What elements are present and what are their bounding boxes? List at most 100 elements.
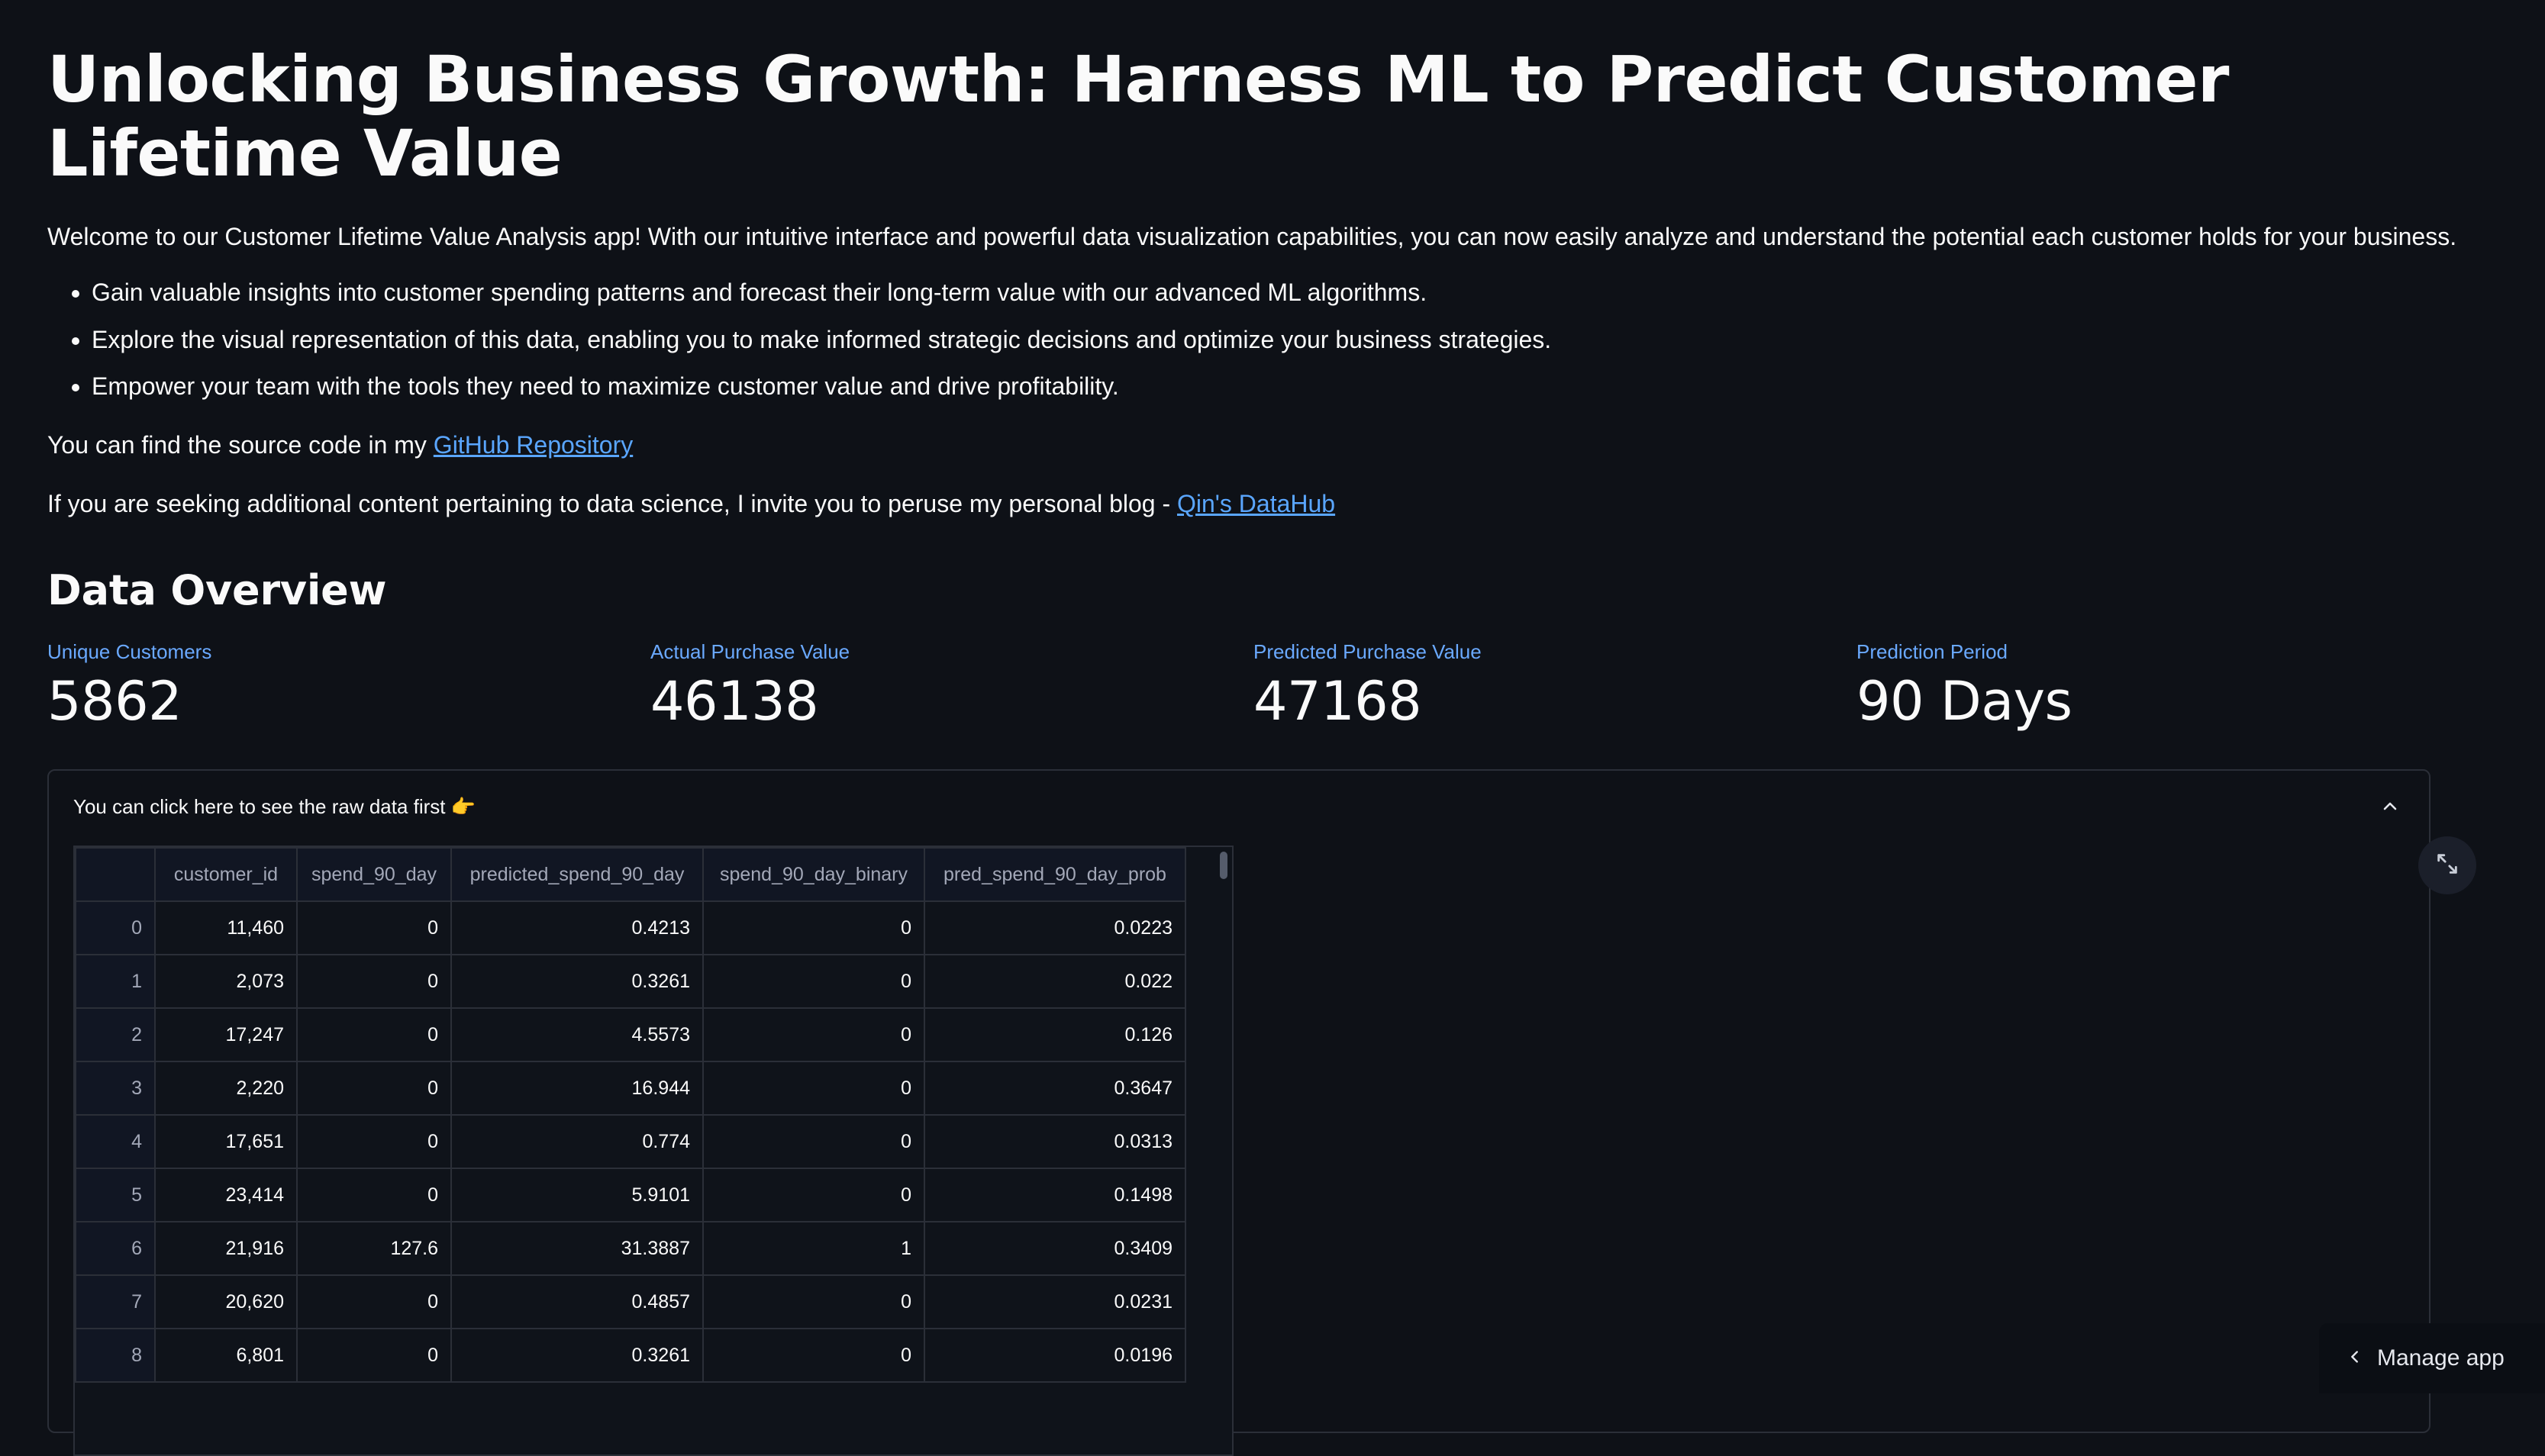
blog-link[interactable]: Qin's DataHub — [1177, 490, 1335, 517]
table-cell[interactable]: 31.3887 — [450, 1221, 704, 1276]
raw-data-table: customer_id spend_90_day predicted_spend… — [75, 847, 1186, 1383]
table-cell[interactable]: 0 — [702, 1061, 925, 1116]
table-cell[interactable]: 0 — [296, 954, 452, 1009]
table-cell[interactable]: 23,414 — [154, 1168, 298, 1222]
table-cell[interactable]: 11,460 — [154, 900, 298, 955]
table-cell[interactable]: 20,620 — [154, 1274, 298, 1329]
table-row[interactable]: 5 23,414 0 5.9101 0 0.1498 — [75, 1168, 1186, 1222]
table-cell[interactable]: 127.6 — [296, 1221, 452, 1276]
source-prefix: You can find the source code in my — [47, 430, 434, 459]
table-cell[interactable]: 21,916 — [154, 1221, 298, 1276]
table-scrollbar[interactable] — [1220, 852, 1227, 879]
row-index: 7 — [75, 1274, 156, 1329]
table-cell[interactable]: 0 — [702, 954, 925, 1009]
metric-value: 46138 — [650, 670, 819, 733]
table-cell[interactable]: 0 — [702, 1114, 925, 1169]
table-cell[interactable]: 17,651 — [154, 1114, 298, 1169]
page-title: Unlocking Business Growth: Harness ML to… — [47, 42, 2229, 191]
row-index: 2 — [75, 1007, 156, 1062]
feature-item: Empower your team with the tools they ne… — [92, 370, 2460, 403]
row-index: 3 — [75, 1061, 156, 1116]
chevron-up-icon[interactable] — [2377, 794, 2403, 820]
row-index: 0 — [75, 900, 156, 955]
main-content: Unlocking Business Growth: Harness ML to… — [47, 43, 2460, 733]
table-cell[interactable]: 0 — [296, 1007, 452, 1062]
metric-label: Predicted Purchase Value — [1253, 640, 1482, 664]
table-cell[interactable]: 2,220 — [154, 1061, 298, 1116]
table-cell[interactable]: 0 — [296, 1274, 452, 1329]
metric-predicted-purchase: Predicted Purchase Value 47168 — [1253, 640, 1856, 733]
table-cell[interactable]: 0 — [296, 1328, 452, 1383]
metric-prediction-period: Prediction Period 90 Days — [1856, 640, 2460, 733]
table-cell[interactable]: 0.4213 — [450, 900, 704, 955]
row-index: 5 — [75, 1168, 156, 1222]
metric-label: Prediction Period — [1856, 640, 2008, 664]
table-cell[interactable]: 0 — [702, 1274, 925, 1329]
table-cell[interactable]: 0 — [296, 1168, 452, 1222]
table-cell[interactable]: 17,247 — [154, 1007, 298, 1062]
column-header[interactable]: pred_spend_90_day_prob — [924, 847, 1186, 902]
expander-header[interactable]: You can click here to see the raw data f… — [49, 771, 2429, 842]
table-cell[interactable]: 0.3261 — [450, 954, 704, 1009]
metric-value: 5862 — [47, 670, 182, 733]
table-cell[interactable]: 0.0196 — [924, 1328, 1186, 1383]
github-link[interactable]: GitHub Repository — [434, 431, 633, 459]
fullscreen-button[interactable] — [2418, 836, 2476, 894]
expand-icon — [2434, 851, 2460, 881]
table-cell[interactable]: 0.0313 — [924, 1114, 1186, 1169]
table-cell[interactable]: 0.0223 — [924, 900, 1186, 955]
intro-text: Welcome to our Customer Lifetime Value A… — [47, 223, 2457, 251]
metric-label: Actual Purchase Value — [650, 640, 850, 664]
table-row[interactable]: 2 17,247 0 4.5573 0 0.126 — [75, 1007, 1186, 1062]
data-table[interactable]: customer_id spend_90_day predicted_spend… — [73, 846, 1234, 1456]
table-row[interactable]: 6 21,916 127.6 31.3887 1 0.3409 — [75, 1221, 1186, 1276]
table-cell[interactable]: 4.5573 — [450, 1007, 704, 1062]
table-cell[interactable]: 0.4857 — [450, 1274, 704, 1329]
row-index: 6 — [75, 1221, 156, 1276]
table-cell[interactable]: 0 — [296, 900, 452, 955]
table-cell[interactable]: 2,073 — [154, 954, 298, 1009]
app-page: Unlocking Business Growth: Harness ML to… — [0, 0, 2545, 1456]
metric-label: Unique Customers — [47, 640, 212, 664]
row-index: 1 — [75, 954, 156, 1009]
column-header[interactable]: spend_90_day_binary — [702, 847, 925, 902]
table-cell[interactable]: 1 — [702, 1221, 925, 1276]
table-cell[interactable]: 0 — [702, 900, 925, 955]
column-header[interactable]: predicted_spend_90_day — [450, 847, 704, 902]
feature-list: Gain valuable insights into customer spe… — [47, 276, 2460, 403]
manage-app-button[interactable]: Manage app — [2319, 1323, 2545, 1393]
table-cell[interactable]: 16.944 — [450, 1061, 704, 1116]
table-row[interactable]: 1 2,073 0 0.3261 0 0.022 — [75, 954, 1186, 1009]
table-cell[interactable]: 0 — [702, 1328, 925, 1383]
row-index: 8 — [75, 1328, 156, 1383]
chevron-left-icon — [2347, 1345, 2363, 1371]
table-row[interactable]: 4 17,651 0 0.774 0 0.0313 — [75, 1114, 1186, 1169]
metric-value: 47168 — [1253, 670, 1422, 733]
table-cell[interactable]: 0 — [702, 1168, 925, 1222]
column-header-index[interactable] — [75, 847, 156, 902]
table-cell[interactable]: 5.9101 — [450, 1168, 704, 1222]
table-cell[interactable]: 0.126 — [924, 1007, 1186, 1062]
table-cell[interactable]: 0 — [702, 1007, 925, 1062]
table-cell[interactable]: 0.3647 — [924, 1061, 1186, 1116]
table-cell[interactable]: 0 — [296, 1114, 452, 1169]
row-index: 4 — [75, 1114, 156, 1169]
column-header[interactable]: customer_id — [154, 847, 298, 902]
table-cell[interactable]: 0 — [296, 1061, 452, 1116]
table-cell[interactable]: 0.3409 — [924, 1221, 1186, 1276]
table-cell[interactable]: 0.0231 — [924, 1274, 1186, 1329]
table-cell[interactable]: 0.3261 — [450, 1328, 704, 1383]
column-header[interactable]: spend_90_day — [296, 847, 452, 902]
section-title: Data Overview — [47, 566, 387, 615]
table-cell[interactable]: 0.1498 — [924, 1168, 1186, 1222]
table-row[interactable]: 3 2,220 0 16.944 0 0.3647 — [75, 1061, 1186, 1116]
table-row[interactable]: 7 20,620 0 0.4857 0 0.0231 — [75, 1274, 1186, 1329]
feature-item: Explore the visual representation of thi… — [92, 324, 2460, 356]
table-cell[interactable]: 6,801 — [154, 1328, 298, 1383]
table-row[interactable]: 0 11,460 0 0.4213 0 0.0223 — [75, 900, 1186, 955]
metric-value: 90 Days — [1856, 670, 2072, 733]
table-row[interactable]: 8 6,801 0 0.3261 0 0.0196 — [75, 1328, 1186, 1383]
table-cell[interactable]: 0.022 — [924, 954, 1186, 1009]
blog-paragraph: If you are seeking additional content pe… — [47, 488, 2460, 520]
table-cell[interactable]: 0.774 — [450, 1114, 704, 1169]
